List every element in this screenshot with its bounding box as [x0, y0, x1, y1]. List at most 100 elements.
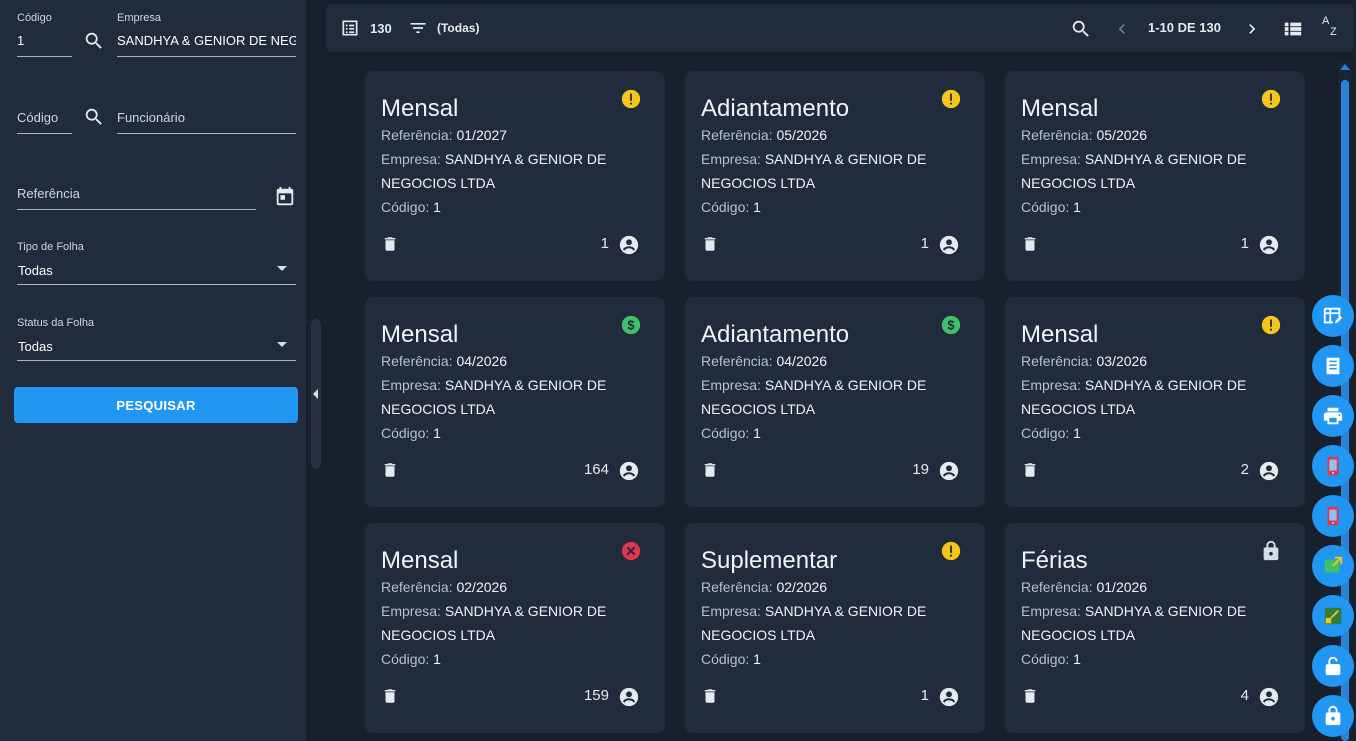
lock-button[interactable]	[1312, 695, 1354, 737]
delete-icon[interactable]	[701, 686, 719, 706]
export-icon	[1324, 556, 1343, 573]
delete-icon[interactable]	[701, 234, 719, 254]
card-title: Mensal	[1021, 321, 1099, 348]
list-icon	[342, 20, 358, 36]
card-title: Mensal	[381, 547, 459, 574]
print-button[interactable]	[1312, 395, 1354, 437]
person-icon[interactable]	[618, 234, 640, 256]
payroll-card[interactable]: Adiantamento Referência: 05/2026 Empresa: …	[685, 71, 985, 281]
status-folha-select[interactable]: Todas	[17, 337, 296, 361]
employee-count: 164	[583, 461, 609, 478]
chevron-right-icon[interactable]	[1242, 19, 1262, 39]
person-icon[interactable]	[618, 686, 640, 708]
delete-icon[interactable]	[381, 460, 399, 480]
card-empresa-cont: NEGOCIOS LTDA	[381, 627, 496, 643]
codigo-input[interactable]: 1	[17, 33, 72, 57]
status-folha-label: Status da Folha	[17, 317, 95, 329]
card-title: Mensal	[381, 95, 459, 122]
empresa-input[interactable]: SANDHYA & GENIOR DE NEGO	[117, 33, 296, 57]
person-icon[interactable]	[618, 460, 640, 482]
employee-count: 1	[920, 687, 929, 704]
employee-count: 1	[920, 235, 929, 252]
referencia-input[interactable]: Referência	[17, 186, 256, 210]
tipo-folha-select[interactable]: Todas	[17, 261, 296, 285]
mobile-app-button[interactable]	[1312, 445, 1354, 487]
unlock-button[interactable]	[1312, 645, 1354, 687]
card-referencia: Referência: 05/2026	[701, 127, 828, 143]
payroll-card[interactable]: Férias Referência: 01/2026 Empresa: SANDHY…	[1005, 523, 1305, 733]
payroll-card[interactable]: Mensal Referência: 02/2026 Empresa: SANDHY…	[365, 523, 665, 733]
person-icon[interactable]	[1258, 460, 1280, 482]
employee-count: 19	[912, 461, 929, 478]
warning-icon	[1260, 314, 1282, 336]
table-edit-button[interactable]	[1312, 295, 1354, 337]
person-icon[interactable]	[938, 234, 960, 256]
card-referencia: Referência: 03/2026	[1021, 353, 1148, 369]
card-empresa: Empresa: SANDHYA & GENIOR DE	[381, 603, 607, 619]
warning-icon	[940, 540, 962, 562]
lock-icon	[1325, 705, 1341, 726]
funcionario-codigo-input[interactable]: Código	[17, 110, 72, 134]
document-list-icon	[1326, 357, 1340, 375]
payroll-card[interactable]: Mensal Referência: 03/2026 Empresa: SANDHY…	[1005, 297, 1305, 507]
card-empresa: Empresa: SANDHYA & GENIOR DE	[381, 151, 607, 167]
card-empresa-cont: NEGOCIOS LTDA	[381, 401, 496, 417]
card-empresa: Empresa: SANDHYA & GENIOR DE	[701, 603, 927, 619]
codigo-label: Código	[17, 12, 52, 24]
delete-icon[interactable]	[1021, 460, 1039, 480]
payroll-card[interactable]: Mensal $ Referência: 04/2026 Empresa: SANDH…	[365, 297, 665, 507]
card-empresa-cont: NEGOCIOS LTDA	[1021, 401, 1136, 417]
delete-icon[interactable]	[1021, 686, 1039, 706]
scroll-up-icon[interactable]	[1340, 64, 1350, 70]
import-button[interactable]	[1312, 595, 1354, 637]
employee-count: 2	[1240, 461, 1249, 478]
payroll-card[interactable]: Mensal Referência: 01/2027 Empresa: SANDHY…	[365, 71, 665, 281]
delete-icon[interactable]	[1021, 234, 1039, 254]
card-codigo: Código: 1	[701, 199, 761, 215]
payroll-card[interactable]: Mensal Referência: 05/2026 Empresa: SANDHY…	[1005, 71, 1305, 281]
card-codigo: Código: 1	[381, 199, 441, 215]
calendar-icon[interactable]	[274, 186, 296, 208]
card-empresa-cont: NEGOCIOS LTDA	[1021, 627, 1136, 643]
unlock-icon	[1325, 656, 1341, 676]
card-referencia: Referência: 02/2026	[701, 579, 828, 595]
card-title: Mensal	[1021, 95, 1099, 122]
card-referencia: Referência: 02/2026	[381, 579, 508, 595]
warning-icon	[620, 88, 642, 110]
card-codigo: Código: 1	[1021, 651, 1081, 667]
person-icon[interactable]	[1258, 686, 1280, 708]
filter-button[interactable]: (Todas)	[408, 18, 479, 38]
person-icon[interactable]	[1258, 234, 1280, 256]
search-icon[interactable]	[83, 30, 105, 52]
employee-count: 159	[583, 687, 609, 704]
paid-icon: $	[620, 314, 642, 336]
card-empresa: Empresa: SANDHYA & GENIOR DE	[381, 377, 607, 393]
search-button[interactable]: PESQUISAR	[14, 387, 298, 423]
person-icon[interactable]	[938, 686, 960, 708]
panel-collapse-handle[interactable]	[311, 319, 321, 469]
export-button[interactable]	[1312, 545, 1354, 587]
funcionario-input[interactable]: Funcionário	[117, 110, 296, 134]
list-view-icon[interactable]	[1282, 18, 1304, 40]
chevron-left-icon[interactable]	[1112, 19, 1132, 39]
card-referencia: Referência: 05/2026	[1021, 127, 1148, 143]
list-count[interactable]: 130	[340, 18, 392, 38]
card-title: Adiantamento	[701, 95, 850, 122]
delete-icon[interactable]	[701, 460, 719, 480]
table-edit-icon	[1323, 307, 1343, 324]
search-icon[interactable]	[83, 106, 105, 128]
document-list-button[interactable]	[1312, 345, 1354, 387]
delete-icon[interactable]	[381, 686, 399, 706]
delete-icon[interactable]	[381, 234, 399, 254]
search-icon[interactable]	[1070, 18, 1092, 40]
warning-icon	[1260, 88, 1282, 110]
tipo-folha-value: Todas	[18, 263, 53, 278]
card-referencia: Referência: 04/2026	[701, 353, 828, 369]
mobile-app-button[interactable]	[1312, 495, 1354, 537]
card-referencia: Referência: 01/2027	[381, 127, 508, 143]
payroll-card[interactable]: Adiantamento $ Referência: 04/2026 Empresa:…	[685, 297, 985, 507]
paid-icon: $	[940, 314, 962, 336]
sort-az-icon[interactable]: AZ	[1322, 16, 1344, 42]
payroll-card[interactable]: Suplementar Referência: 02/2026 Empresa: S…	[685, 523, 985, 733]
person-icon[interactable]	[938, 460, 960, 482]
